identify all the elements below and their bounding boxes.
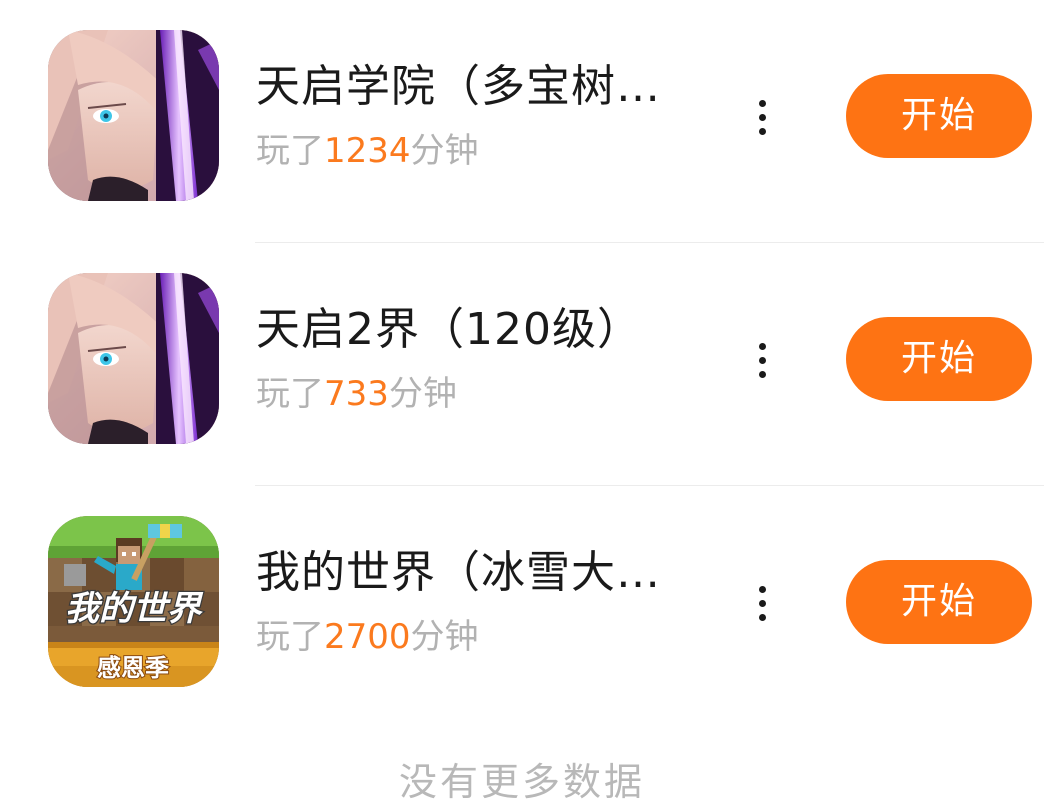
more-dot <box>758 613 766 621</box>
play-time-prefix: 玩了 <box>256 374 324 414</box>
game-title[interactable]: 我的世界（冰雪大… <box>256 544 666 602</box>
play-time-prefix: 玩了 <box>256 131 324 171</box>
minecraft-icon[interactable]: 我的世界 感恩季 <box>48 516 219 687</box>
play-time-suffix: 分钟 <box>410 131 479 171</box>
more-dot <box>758 356 766 364</box>
more-options-icon[interactable] <box>740 92 784 142</box>
game-list: 天启学院（多宝树… 玩了1234分钟 开始 天启2界（120级） 玩了733分钟… <box>0 0 1044 729</box>
minecraft-banner-text: 感恩季 <box>97 654 169 682</box>
anime-character-icon[interactable] <box>48 273 219 444</box>
play-time-suffix: 分钟 <box>388 374 457 414</box>
play-time: 玩了1234分钟 <box>256 128 479 174</box>
more-dot <box>758 599 766 607</box>
no-more-data-text: 没有更多数据 <box>398 760 645 804</box>
more-options-icon[interactable] <box>740 578 784 628</box>
game-title[interactable]: 天启2界（120级） <box>256 301 666 359</box>
more-dot <box>758 99 766 107</box>
game-title[interactable]: 天启学院（多宝树… <box>256 58 666 116</box>
play-time-prefix: 玩了 <box>256 617 324 657</box>
more-options-icon[interactable] <box>740 335 784 385</box>
play-time: 玩了733分钟 <box>256 371 457 417</box>
play-time-suffix: 分钟 <box>410 617 479 657</box>
start-button[interactable]: 开始 <box>846 560 1032 644</box>
game-row[interactable]: 我的世界 感恩季 我的世界（冰雪大… 玩了2700分钟 开始 <box>0 486 1044 729</box>
play-time-minutes: 1234 <box>324 131 411 171</box>
minecraft-logo-text: 我的世界 <box>65 589 204 629</box>
more-dot <box>758 585 766 593</box>
game-row[interactable]: 天启2界（120级） 玩了733分钟 开始 <box>0 243 1044 486</box>
game-row[interactable]: 天启学院（多宝树… 玩了1234分钟 开始 <box>0 0 1044 243</box>
play-time: 玩了2700分钟 <box>256 614 479 660</box>
more-dot <box>758 127 766 135</box>
more-dot <box>758 113 766 121</box>
play-time-minutes: 733 <box>324 374 389 414</box>
more-dot <box>758 370 766 378</box>
more-dot <box>758 342 766 350</box>
anime-character-icon[interactable] <box>48 30 219 201</box>
play-time-minutes: 2700 <box>324 617 411 657</box>
start-button[interactable]: 开始 <box>846 74 1032 158</box>
start-button[interactable]: 开始 <box>846 317 1032 401</box>
